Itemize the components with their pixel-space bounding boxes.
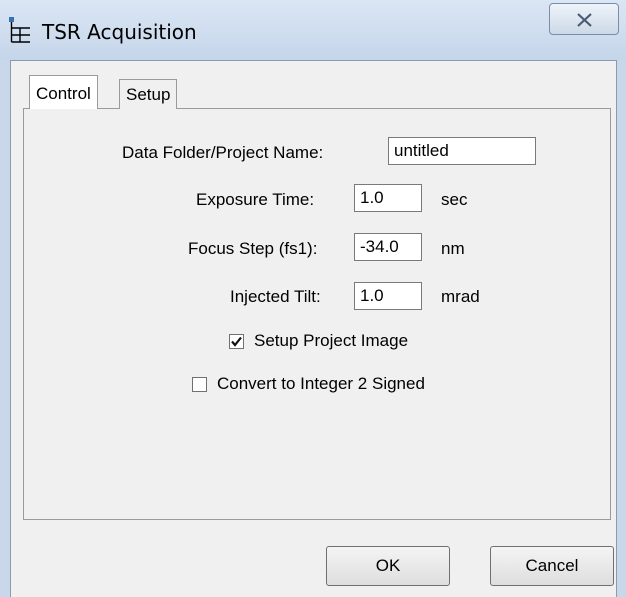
convert-integer-checkbox[interactable] — [192, 377, 207, 392]
convert-integer-label[interactable]: Convert to Integer 2 Signed — [217, 374, 425, 394]
title-bar[interactable]: TSR Acquisition — [0, 0, 626, 60]
close-icon — [577, 13, 592, 27]
exposure-unit: sec — [441, 190, 468, 209]
focus-step-input[interactable]: -34.0 — [354, 233, 422, 261]
close-button[interactable] — [549, 3, 619, 35]
tab-setup[interactable]: Setup — [119, 79, 178, 109]
tab-control[interactable]: Control — [29, 75, 98, 109]
network-tree-icon — [8, 16, 34, 46]
project-name-label: Data Folder/Project Name: — [122, 143, 324, 162]
tilt-label: Injected Tilt: — [230, 287, 321, 306]
exposure-label: Exposure Time: — [196, 190, 315, 209]
dialog-client: Control Setup Data Folder/Project Name: … — [10, 60, 617, 597]
focus-step-label: Focus Step (fs1): — [188, 239, 318, 258]
project-name-input[interactable]: untitled — [388, 137, 536, 165]
window-title: TSR Acquisition — [42, 20, 197, 44]
dialog-window: TSR Acquisition Control Setup Data Folde… — [0, 0, 626, 597]
control-panel: Data Folder/Project Name: untitled Expos… — [23, 108, 611, 520]
setup-image-label[interactable]: Setup Project Image — [254, 331, 408, 351]
checkmark-icon — [231, 336, 242, 347]
tilt-input[interactable]: 1.0 — [354, 282, 422, 310]
ok-button[interactable]: OK — [326, 546, 450, 586]
focus-step-unit: nm — [441, 239, 465, 258]
tilt-unit: mrad — [441, 287, 480, 306]
cancel-button[interactable]: Cancel — [490, 546, 614, 586]
setup-image-checkbox[interactable] — [229, 334, 244, 349]
exposure-input[interactable]: 1.0 — [354, 184, 422, 212]
